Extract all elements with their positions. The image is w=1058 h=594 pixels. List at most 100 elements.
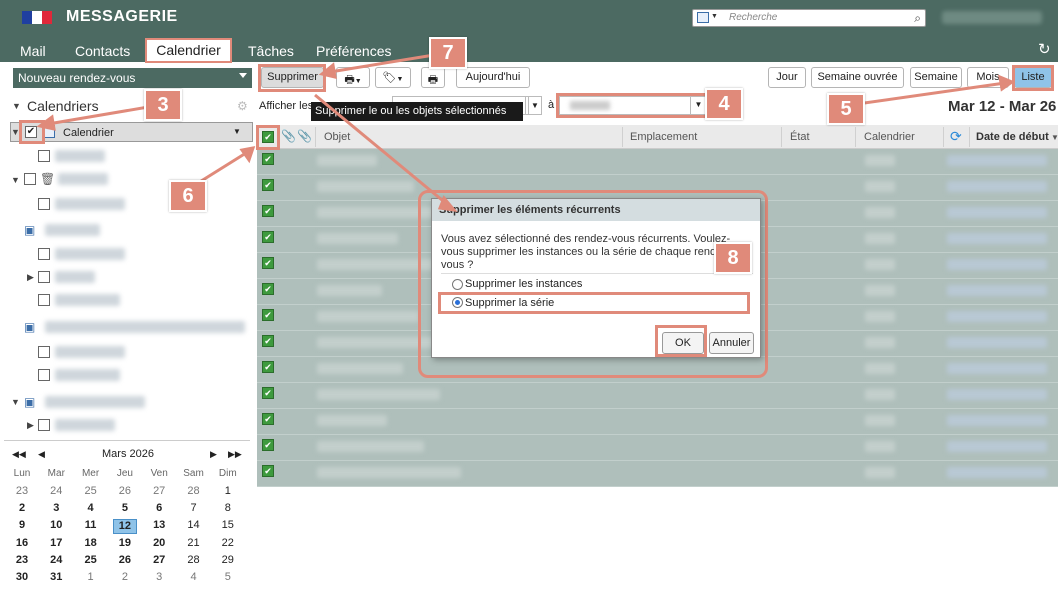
new-appointment-button[interactable]: Nouveau rendez-vous (13, 68, 252, 88)
next-month-icon[interactable]: ▶ (210, 449, 217, 460)
calendar-icon[interactable] (697, 12, 709, 23)
column-subject[interactable]: Objet (324, 131, 350, 143)
calendar-day[interactable]: 1 (211, 485, 245, 497)
view-month-button[interactable]: Mois (967, 67, 1009, 88)
calendar-day[interactable]: 18 (74, 537, 108, 549)
search-field[interactable]: ▼ Recherche ⌕ (692, 9, 926, 27)
calendar-day[interactable]: 25 (74, 554, 108, 566)
sidebar-item[interactable] (55, 346, 125, 358)
start-date-dropdown[interactable]: ▼ (528, 96, 542, 115)
calendar-day[interactable]: 31 (39, 571, 73, 583)
sidebar-checkbox[interactable] (38, 271, 50, 283)
calendar-day[interactable]: 24 (39, 485, 73, 497)
calendar-day[interactable]: 1 (74, 571, 108, 583)
calendar-day[interactable]: 21 (177, 537, 211, 549)
sidebar-item[interactable] (45, 224, 100, 236)
calendar-day[interactable]: 20 (142, 537, 176, 549)
collapse-icon[interactable]: ▼ (12, 101, 21, 111)
sidebar-checkbox[interactable] (38, 369, 50, 381)
calendar-day[interactable]: 3 (142, 571, 176, 583)
tab-tasks[interactable]: Tâches (248, 43, 294, 59)
table-row[interactable] (257, 486, 1058, 487)
calendar-day[interactable]: 17 (39, 537, 73, 549)
calendar-day[interactable]: 19 (108, 537, 142, 549)
table-row[interactable] (257, 174, 1058, 175)
expand-icon[interactable]: ▼ (11, 397, 20, 407)
sidebar-checkbox[interactable] (38, 150, 50, 162)
calendar-day[interactable]: 15 (211, 519, 245, 531)
sidebar-item[interactable] (55, 369, 120, 381)
tag-button[interactable]: 🏷▼ (375, 67, 411, 88)
radio-instances[interactable] (452, 279, 463, 290)
sidebar-item[interactable] (55, 419, 115, 431)
calendar-day[interactable]: 26 (108, 485, 142, 497)
expand-icon[interactable]: ▼ (11, 175, 20, 185)
calendar-day[interactable]: 14 (177, 519, 211, 531)
row-checkbox[interactable]: ✔ (262, 387, 274, 399)
calendar-day[interactable]: 28 (177, 554, 211, 566)
calendar-day[interactable]: 29 (211, 554, 245, 566)
calendar-day[interactable]: 22 (211, 537, 245, 549)
column-start-date[interactable]: Date de début (976, 131, 1049, 143)
row-checkbox[interactable]: ✔ (262, 309, 274, 321)
print-options-button[interactable]: 🖶▼ (336, 67, 370, 88)
calendar-day[interactable]: 5 (211, 571, 245, 583)
dropdown-arrow-icon[interactable] (239, 73, 247, 78)
calendar-day[interactable]: 4 (74, 502, 108, 514)
table-row[interactable] (257, 434, 1058, 435)
calendar-day[interactable]: 25 (74, 485, 108, 497)
calendar-day[interactable]: 27 (142, 554, 176, 566)
calendar-day[interactable]: 10 (39, 519, 73, 531)
sidebar-checkbox[interactable] (24, 173, 36, 185)
calendar-day[interactable]: 12 (112, 519, 137, 535)
calendar-day[interactable]: 8 (211, 502, 245, 514)
calendar-day[interactable]: 9 (5, 519, 39, 531)
calendar-day[interactable]: 23 (5, 485, 39, 497)
prev-year-icon[interactable]: ◀◀ (12, 449, 26, 460)
row-checkbox[interactable]: ✔ (262, 465, 274, 477)
cancel-button[interactable]: Annuler (709, 332, 754, 354)
tab-contacts[interactable]: Contacts (75, 43, 130, 59)
chevron-down-icon[interactable]: ▼ (233, 127, 241, 136)
row-checkbox[interactable]: ✔ (262, 439, 274, 451)
sidebar-checkbox[interactable] (38, 248, 50, 260)
calendar-row[interactable]: ▼ ✔ Calendrier ▼ (10, 122, 253, 142)
radio-instances-label[interactable]: Supprimer les instances (465, 278, 582, 290)
sidebar-item[interactable] (55, 248, 125, 260)
row-checkbox[interactable]: ✔ (262, 413, 274, 425)
sidebar-checkbox[interactable] (38, 419, 50, 431)
tab-mail[interactable]: Mail (20, 43, 46, 59)
today-button[interactable]: Aujourd'hui (456, 67, 530, 88)
calendar-day[interactable]: 13 (142, 519, 176, 531)
chevron-down-icon[interactable]: ▼ (711, 13, 718, 20)
sidebar-item[interactable] (58, 173, 108, 185)
sidebar-checkbox[interactable] (38, 346, 50, 358)
calendar-day[interactable]: 23 (5, 554, 39, 566)
sidebar-checkbox[interactable] (38, 294, 50, 306)
table-row[interactable] (257, 460, 1058, 461)
sync-icon[interactable]: ⟳ (950, 128, 962, 145)
row-checkbox[interactable]: ✔ (262, 335, 274, 347)
row-checkbox[interactable]: ✔ (262, 179, 274, 191)
row-checkbox[interactable]: ✔ (262, 205, 274, 217)
row-checkbox[interactable]: ✔ (262, 361, 274, 373)
table-row[interactable] (257, 382, 1058, 383)
table-row[interactable] (257, 408, 1058, 409)
calendar-day[interactable]: 16 (5, 537, 39, 549)
column-calendar[interactable]: Calendrier (864, 131, 915, 143)
expand-icon[interactable]: ▶ (27, 272, 34, 283)
prev-month-icon[interactable]: ◀ (38, 449, 45, 460)
print-button[interactable]: 🖶 (421, 67, 445, 88)
next-year-icon[interactable]: ▶▶ (228, 449, 242, 460)
attachment-icon[interactable]: 📎 (281, 129, 296, 143)
row-checkbox[interactable]: ✔ (262, 257, 274, 269)
attachment-icon[interactable]: 📎 (297, 129, 312, 143)
sidebar-item[interactable] (55, 198, 125, 210)
calendar-day[interactable]: 7 (177, 502, 211, 514)
calendar-day[interactable]: 26 (108, 554, 142, 566)
search-icon[interactable]: ⌕ (914, 11, 921, 26)
row-checkbox[interactable]: ✔ (262, 231, 274, 243)
calendar-day[interactable]: 11 (74, 519, 108, 531)
user-name[interactable] (942, 11, 1042, 24)
calendar-day[interactable]: 2 (5, 502, 39, 514)
